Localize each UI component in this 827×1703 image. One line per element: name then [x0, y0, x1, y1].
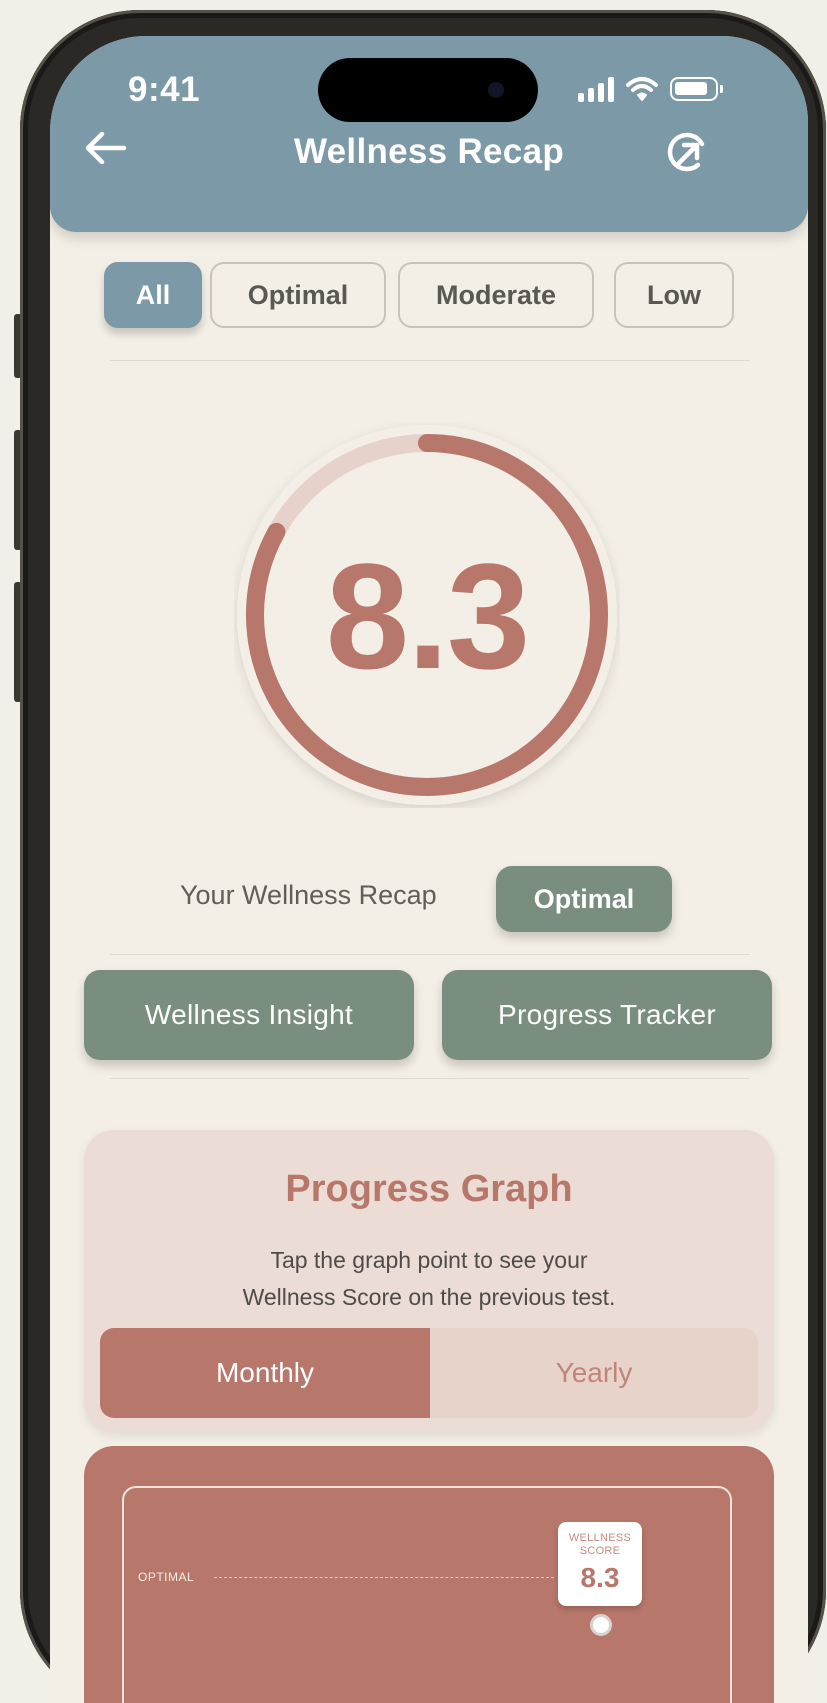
- filter-all[interactable]: All: [104, 262, 202, 328]
- wifi-icon: [626, 77, 658, 101]
- divider: [110, 360, 750, 361]
- filter-low[interactable]: Low: [614, 262, 734, 328]
- score-tooltip: WELLNESS SCORE 8.3: [558, 1522, 642, 1606]
- graph-point[interactable]: [590, 1614, 612, 1636]
- divider: [110, 954, 750, 955]
- graph-card: OPTIMAL WELLNESS SCORE 8.3: [84, 1446, 774, 1703]
- app-stage: 9:41 Wellness Recap All Optimal Moderate…: [0, 0, 827, 1703]
- recap-label: Your Wellness Recap: [180, 880, 437, 910]
- progress-graph-card: Progress Graph Tap the graph point to se…: [84, 1130, 774, 1432]
- status-icons: [578, 74, 723, 104]
- period-toggle: Monthly Yearly: [100, 1328, 758, 1418]
- progress-graph-title: Progress Graph: [285, 1168, 573, 1210]
- toggle-monthly[interactable]: Monthly: [100, 1328, 430, 1418]
- description-line: Tap the graph point to see your: [270, 1247, 588, 1273]
- filter-moderate[interactable]: Moderate: [398, 262, 594, 328]
- phone-screen: 9:41 Wellness Recap All Optimal Moderate…: [50, 36, 808, 1703]
- toggle-yearly[interactable]: Yearly: [430, 1328, 758, 1418]
- camera-icon: [488, 82, 504, 98]
- share-arrow-icon[interactable]: [664, 128, 712, 176]
- status-badge: Optimal: [496, 866, 672, 932]
- wellness-insight-button[interactable]: Wellness Insight: [84, 970, 414, 1060]
- wellness-score: 8.3: [325, 532, 531, 700]
- progress-graph-description: Tap the graph point to see your Wellness…: [84, 1242, 774, 1316]
- divider: [110, 1078, 750, 1079]
- filter-optimal[interactable]: Optimal: [210, 262, 386, 328]
- optimal-reference-line: [214, 1577, 554, 1578]
- cellular-signal-icon: [578, 76, 614, 102]
- dynamic-island: [318, 58, 538, 122]
- tooltip-label: WELLNESS SCORE: [568, 1532, 632, 1557]
- tooltip-value: 8.3: [580, 1562, 620, 1593]
- battery-icon: [670, 77, 723, 101]
- recap-row: Your Wellness Recap Optimal: [50, 866, 808, 932]
- progress-tracker-button[interactable]: Progress Tracker: [442, 970, 772, 1060]
- optimal-reference-label: OPTIMAL: [138, 1570, 195, 1584]
- status-time: 9:41: [128, 70, 201, 109]
- app-header: 9:41 Wellness Recap: [50, 36, 808, 232]
- description-line: Wellness Score on the previous test.: [242, 1284, 616, 1310]
